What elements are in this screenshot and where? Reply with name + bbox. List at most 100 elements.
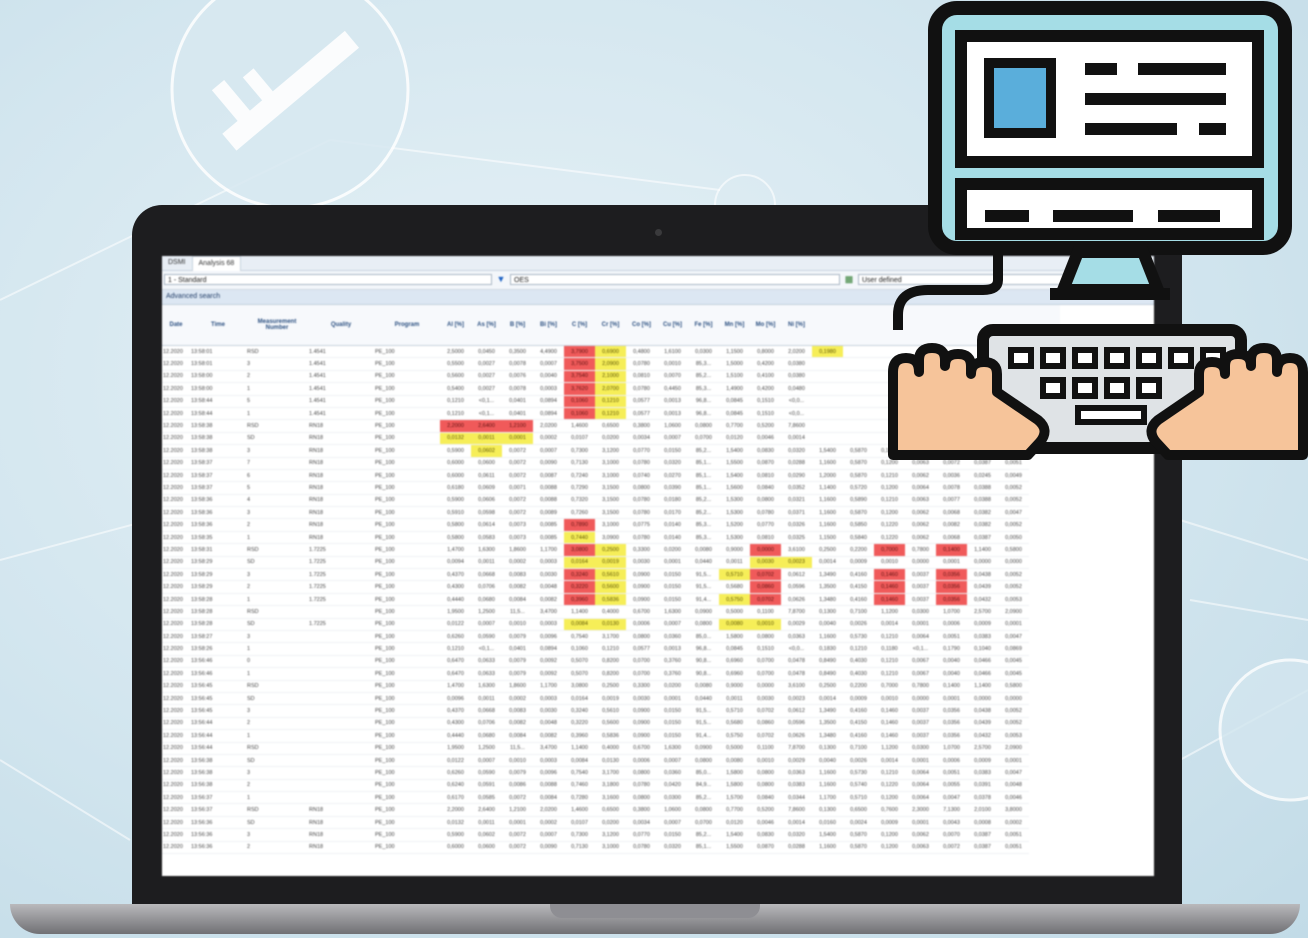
column-header[interactable]: Co [%] [626, 305, 657, 346]
table-row[interactable]: 12.2020 13:56:44 2 PE_100 0,4300 0,0706 0,0082… [162, 717, 1060, 731]
table-row[interactable]: 12.2020 13:56:36 3 RN18 PE_100 0,5900 0,0602 0,… [162, 828, 1060, 842]
table-cell: 1,8600 [502, 543, 533, 557]
table-cell: 13:56:44 [190, 729, 246, 743]
table-cell: 0,0072 [502, 494, 533, 508]
table-row[interactable]: 12.2020 13:58:37 5 RN18 PE_100 0,6180 0,0609 0,… [162, 481, 1060, 495]
table-cell: 0,0391 [967, 779, 998, 793]
table-cell: 0,0478 [781, 655, 812, 669]
table-row[interactable]: 12.2020 13:56:45 RSD PE_100 1,4700 1,6300 1,86… [162, 680, 1060, 693]
column-header[interactable]: Measurement Number [246, 305, 308, 346]
table-row[interactable]: 12.2020 13:58:37 6 RN18 PE_100 0,6000 0,0611 0,… [162, 469, 1060, 483]
column-header[interactable]: B [%] [502, 305, 533, 346]
column-header[interactable]: Program [374, 305, 440, 346]
table-cell: 0,1060 [564, 642, 595, 656]
table-cell [812, 357, 843, 371]
table-cell: PE_100 [374, 494, 440, 508]
table-row[interactable]: 12.2020 13:58:26 1 PE_100 0,1210 <0,1... 0,040… [162, 642, 1060, 656]
table-cell: 0,0027 [471, 370, 502, 384]
table-cell: 2,0100 [967, 803, 998, 817]
laptop-notch [550, 904, 760, 918]
table-row[interactable]: 12.2020 13:58:36 3 RN18 PE_100 0,5910 0,0598 0,… [162, 506, 1060, 520]
table-cell: 13:56:38 [190, 779, 246, 793]
table-cell: 3,0900 [595, 531, 626, 545]
column-header[interactable] [843, 305, 874, 346]
column-header[interactable]: Al [%] [440, 305, 471, 346]
grid-view-icon[interactable]: ▦ [844, 274, 854, 285]
table-row[interactable]: 12.2020 13:56:46 1 PE_100 0,6470 0,0633 0,0079… [162, 667, 1060, 681]
column-header[interactable]: Cu [%] [657, 305, 688, 346]
table-row[interactable]: 12.2020 13:56:38 3 PE_100 0,6260 0,0590 0,0079… [162, 766, 1060, 780]
table-cell: 0,6500 [595, 803, 626, 817]
column-header[interactable]: Mo [%] [750, 305, 781, 346]
table-row[interactable]: 12.2020 13:56:46 0 PE_100 0,6470 0,0633 0,0079… [162, 655, 1060, 669]
column-header[interactable]: Ni [%] [781, 305, 812, 346]
table-row[interactable]: 12.2020 13:58:29 2 1.7225 PE_100 0,4300 0,0706… [162, 580, 1060, 594]
table-cell: 0,0591 [471, 779, 502, 793]
table-cell: 0,6700 [626, 742, 657, 755]
table-cell: 0,0577 [626, 642, 657, 656]
table-row[interactable]: 12.2020 13:58:28 1 1.7225 PE_100 0,4440 0,0680… [162, 593, 1060, 607]
table-row[interactable]: 12.2020 13:58:35 1 RN18 PE_100 0,5800 0,0583 0,… [162, 531, 1060, 545]
table-row[interactable]: 12.2020 13:56:38 SD PE_100 0,0122 0,0007 0,001… [162, 754, 1060, 768]
table-row[interactable]: 12.2020 13:56:44 RSD PE_100 1,9500 1,2500 11,5… [162, 742, 1060, 755]
column-header[interactable]: Fe [%] [688, 305, 719, 346]
table-row[interactable]: 12.2020 13:58:36 2 RN18 PE_100 0,5800 0,0614 0,… [162, 518, 1060, 532]
tab-dsmi[interactable]: DSMI [162, 256, 192, 270]
table-cell: RN18 [308, 457, 374, 470]
table-row[interactable]: 12.2020 13:58:36 4 RN18 PE_100 0,5900 0,0606 0,… [162, 494, 1060, 508]
table-cell: 0,0800 [750, 494, 781, 508]
table-cell: 0,0577 [626, 407, 657, 421]
table-cell: 0,0001 [905, 754, 936, 768]
table-cell: 0,0170 [657, 506, 688, 520]
table-row[interactable]: 12.2020 13:56:36 2 RN18 PE_100 0,6000 0,0600 0,… [162, 841, 1060, 855]
filter-select[interactable]: OES [510, 274, 840, 285]
table-cell: 0,0800 [626, 791, 657, 805]
table-cell: 0,1210 [874, 766, 905, 780]
tab-analysis[interactable]: Analysis 68 [191, 256, 242, 271]
table-row[interactable]: 12.2020 13:56:45 SD PE_100 0,0096 0,0011 0,000… [162, 692, 1060, 706]
column-header[interactable]: Cr [%] [595, 305, 626, 346]
table-cell: 0,0045 [998, 655, 1029, 669]
standard-select[interactable]: 1 - Standard [164, 274, 492, 285]
table-row[interactable]: 12.2020 13:56:45 3 PE_100 0,4370 0,0668 0,0083… [162, 704, 1060, 718]
table-cell: 1 [246, 531, 308, 545]
table-cell: SD [246, 432, 308, 446]
table-row[interactable]: 12.2020 13:58:28 RSD PE_100 1,9500 1,2500 11,5… [162, 605, 1060, 619]
table-cell: 0,0037 [905, 568, 936, 582]
table-row[interactable]: 12.2020 13:58:29 SD 1.7225 PE_100 0,0094 0,001… [162, 556, 1060, 570]
table-cell: 0,0611 [471, 469, 502, 483]
table-cell: 1,5100 [719, 370, 750, 384]
column-header[interactable]: As [%] [471, 305, 502, 346]
table-cell: 0,0096 [533, 766, 564, 780]
table-cell: 0,0770 [750, 518, 781, 532]
table-cell: 0,0401 [502, 395, 533, 408]
table-row[interactable]: 12.2020 13:56:38 2 PE_100 0,6240 0,0591 0,0086… [162, 779, 1060, 793]
table-cell: 0,0680 [471, 593, 502, 607]
table-cell: 0,0810 [750, 531, 781, 545]
filter-icon[interactable]: ▼ [496, 274, 506, 285]
table-row[interactable]: 12.2020 13:56:37 1 PE_100 0,6170 0,0585 0,0072… [162, 791, 1060, 805]
table-row[interactable]: 12.2020 13:58:28 SD 1.7225 PE_100 0,0122 0,000… [162, 618, 1060, 632]
column-header[interactable] [812, 305, 843, 346]
table-cell: 0,0006 [626, 618, 657, 632]
column-header[interactable]: Quality [308, 305, 374, 346]
table-cell: 0,0023 [781, 556, 812, 570]
column-header[interactable]: Bi [%] [533, 305, 564, 346]
table-cell: 0,0013 [657, 642, 688, 656]
column-header[interactable]: Time [190, 305, 246, 346]
table-cell: 0,0869 [998, 642, 1029, 656]
table-row[interactable]: 12.2020 13:58:27 3 PE_100 0,6260 0,0590 0,0079… [162, 630, 1060, 644]
column-header[interactable]: Date [162, 305, 190, 346]
table-row[interactable]: 12.2020 13:56:37 RSD RN18 PE_100 2,2000 2,6400… [162, 803, 1060, 817]
table-row[interactable]: 12.2020 13:56:44 1 PE_100 0,4440 0,0680 0,0084… [162, 729, 1060, 743]
table-cell: 0,0001 [905, 618, 936, 632]
table-cell: 0,0007 [657, 816, 688, 830]
table-cell: RN18 [308, 481, 374, 495]
column-header[interactable]: Mn [%] [719, 305, 750, 346]
column-header[interactable]: C [%] [564, 305, 595, 346]
table-row[interactable]: 12.2020 13:58:31 RSD 1.7225 PE_100 1,4700 1,63… [162, 543, 1060, 557]
table-row[interactable]: 12.2020 13:56:36 SD RN18 PE_100 0,0132 0,0011 0… [162, 816, 1060, 830]
table-row[interactable]: 12.2020 13:58:29 3 1.7225 PE_100 0,4370 0,0668… [162, 568, 1060, 582]
table-cell: 0,0071 [502, 481, 533, 495]
table-cell: 0,1200 [874, 828, 905, 842]
